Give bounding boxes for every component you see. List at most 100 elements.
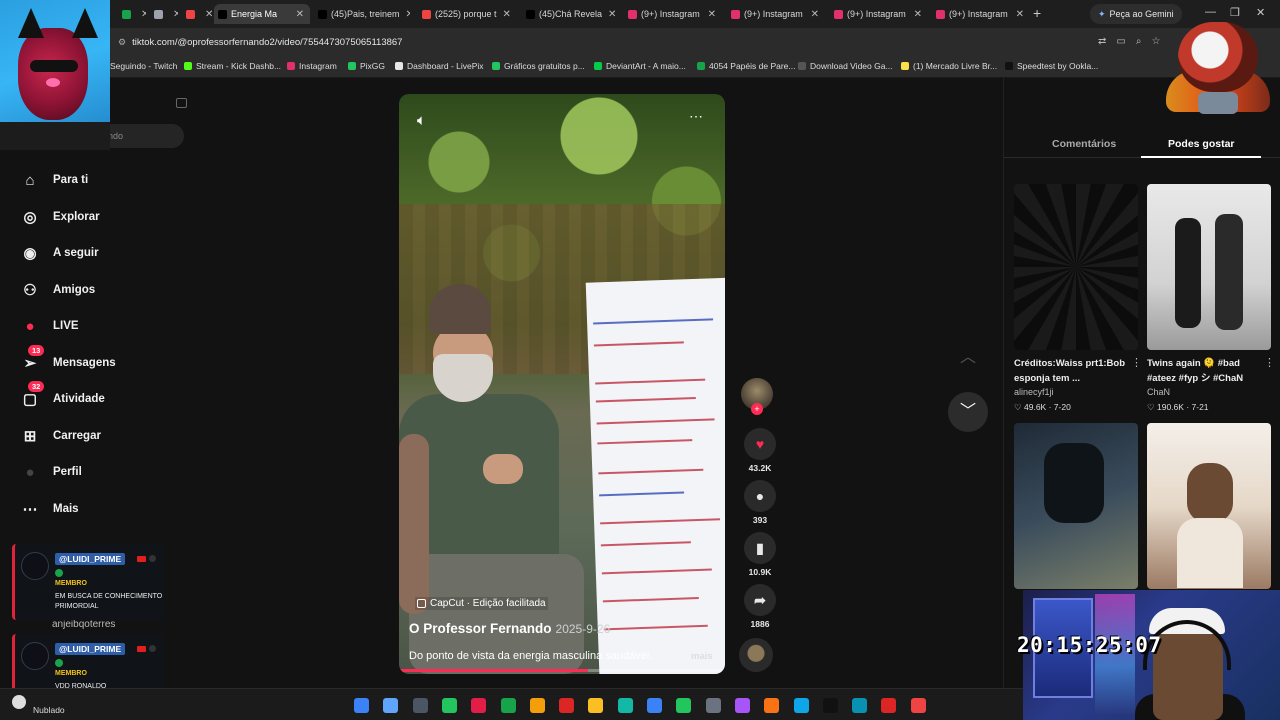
taskbar-adobe-icon[interactable] (559, 698, 575, 713)
close-tab-icon[interactable]: ✕ (167, 9, 178, 20)
sidebar-item-atividade[interactable]: ▢ 32 Atividade (18, 381, 188, 418)
browser-tab[interactable]: (9+) Instagram ✕ (830, 4, 928, 24)
close-tab-icon[interactable]: ✕ (497, 9, 514, 20)
taskbar-app-icon[interactable] (734, 698, 750, 713)
video-progress-bar[interactable] (399, 669, 725, 672)
bookmark-item[interactable]: Dashboard - LivePix (395, 61, 484, 71)
close-tab-icon[interactable]: ✕ (199, 9, 212, 20)
close-tab-icon[interactable]: ✕ (908, 9, 928, 20)
description-more-link[interactable]: mais (691, 651, 713, 662)
close-tab-icon[interactable]: ✕ (135, 9, 146, 20)
taskbar-xbox-icon[interactable] (441, 698, 457, 713)
taskbar-chrome-icon[interactable] (910, 698, 926, 713)
weather-label[interactable]: Nublado (33, 705, 65, 715)
save-button[interactable]: ▮ 10.9K (740, 532, 780, 577)
taskbar-app-icon[interactable] (852, 698, 868, 713)
translate-icon[interactable]: ⇄ (1098, 36, 1106, 47)
close-tab-icon[interactable]: ✕ (400, 9, 410, 20)
bookmark-item[interactable]: Instagram (287, 61, 337, 71)
bookmark-item[interactable]: Stream - Kick Dashb... (184, 61, 281, 71)
taskbar-start-icon[interactable] (354, 698, 369, 713)
taskbar-tiktok-icon[interactable] (822, 698, 838, 713)
comment-button[interactable]: ● 393 (740, 480, 780, 525)
close-tab-icon[interactable]: ✕ (1010, 9, 1030, 20)
sidebar-item-live[interactable]: ● LIVE (18, 308, 188, 345)
search-input[interactable]: ndo (100, 124, 184, 148)
sidebar-item-carregar[interactable]: ⊞ Carregar (18, 418, 188, 455)
card-username[interactable]: ChaN (1147, 387, 1271, 397)
volume-icon[interactable]: 🔈︎ (417, 112, 426, 129)
browser-tab[interactable]: (9+) Instagram ✕ (727, 4, 825, 24)
next-video-button[interactable]: ﹀ (948, 392, 988, 432)
bookmark-item[interactable]: 4054 Papéis de Pare... (697, 61, 795, 71)
browser-tab[interactable]: (9+) Instagram ✕ (624, 4, 722, 24)
close-tab-icon[interactable]: ✕ (290, 9, 310, 20)
zoom-icon[interactable]: ⌕ (1136, 36, 1142, 47)
taskbar-mail-icon[interactable] (793, 698, 809, 713)
taskbar-app-icon[interactable] (764, 698, 780, 713)
browser-tab[interactable]: ✕ (150, 4, 178, 24)
recommended-video-card[interactable] (1014, 423, 1138, 589)
like-button[interactable]: ♥ 43.2K (740, 428, 780, 473)
taskbar-edge-icon[interactable] (383, 698, 399, 713)
taskbar-pinterest-icon[interactable] (471, 698, 487, 713)
card-title[interactable]: Twins again 🫠 #bad #ateez #fyp シ #ChaN (1147, 356, 1271, 386)
capcut-tag[interactable]: CapCut · Edição facilitada (415, 597, 548, 610)
card-title[interactable]: Créditos:Waiss prt1:Bob esponja tem ... (1014, 356, 1138, 386)
browser-tab[interactable]: ✕ (182, 4, 212, 24)
previous-video-icon[interactable]: ︿ (955, 343, 981, 369)
music-disc[interactable] (739, 638, 773, 672)
creator-avatar[interactable]: + (741, 378, 773, 415)
card-more-icon[interactable]: ⋮ (1131, 356, 1142, 369)
sidebar-item-perfil[interactable]: ● Perfil (18, 454, 188, 491)
tab-may-like[interactable]: Podes gostar (1168, 138, 1235, 150)
recommended-video-card[interactable]: Créditos:Waiss prt1:Bob esponja tem ... a… (1014, 184, 1142, 413)
taskbar-folder-icon[interactable] (588, 698, 604, 713)
close-tab-icon[interactable]: ✕ (702, 9, 722, 20)
taskbar-app-icon[interactable] (500, 698, 516, 713)
sidebar-collapse-icon[interactable] (176, 98, 187, 108)
bookmark-item[interactable]: (1) Mercado Livre Br... (901, 61, 997, 71)
video-thumbnail[interactable] (1147, 423, 1271, 589)
bookmark-item[interactable]: Gráficos gratuitos p... (492, 61, 585, 71)
new-tab-button[interactable]: + (1033, 5, 1041, 21)
browser-tab[interactable]: (45)Pais, treinem ✕ (314, 4, 410, 24)
browser-tab[interactable]: (45)Chá Revela ✕ (522, 4, 618, 24)
close-tab-icon[interactable]: ✕ (602, 9, 618, 20)
browser-tab[interactable]: (2525) porque t ✕ (418, 4, 514, 24)
sidebar-item-mais[interactable]: ⋯ Mais (18, 491, 188, 528)
video-thumbnail[interactable] (1014, 184, 1138, 350)
share-button[interactable]: ➦ 1886 (740, 584, 780, 629)
video-more-icon[interactable]: ⋯ (689, 108, 704, 125)
site-info-icon[interactable]: ⚙ (118, 37, 126, 48)
tab-comments[interactable]: Comentários (1052, 138, 1116, 150)
follow-plus-icon[interactable]: + (751, 403, 763, 415)
sidebar-item-explorar[interactable]: ◎ Explorar (18, 199, 188, 236)
bookmark-item[interactable]: DeviantArt - A maio... (594, 61, 686, 71)
sidebar-item-amigos[interactable]: ⚇ Amigos (18, 272, 188, 309)
recommended-video-card[interactable]: Twins again 🫠 #bad #ateez #fyp シ #ChaN Ch… (1147, 184, 1275, 413)
video-author[interactable]: O Professor Fernando 2025-9-26 (409, 621, 610, 636)
bookmark-item[interactable]: Download Video Ga... (798, 61, 893, 71)
browser-tab[interactable]: Energia Ma ✕ (214, 4, 310, 24)
sidebar-item-a-seguir[interactable]: ◉ A seguir (18, 235, 188, 272)
taskbar-steam-icon[interactable] (412, 698, 428, 713)
video-player[interactable]: 🔈︎ ⋯ CapCut · Edição facilitada O Profes… (399, 94, 725, 674)
taskbar-netflix-icon[interactable] (881, 698, 897, 713)
sidebar-item-para-ti[interactable]: ⌂ Para ti (18, 162, 188, 199)
video-thumbnail[interactable] (1147, 184, 1271, 350)
taskbar-notes-icon[interactable] (647, 698, 662, 713)
url-field[interactable]: ⚙ tiktok.com/@oprofessorfernando2/video/… (112, 34, 1072, 51)
taskbar-terminal-icon[interactable] (617, 698, 633, 713)
weather-cloud-icon[interactable] (12, 695, 26, 709)
card-more-icon[interactable]: ⋮ (1264, 356, 1275, 369)
video-thumbnail[interactable] (1014, 423, 1138, 589)
cast-icon[interactable]: ▭ (1116, 36, 1125, 47)
bookmark-item[interactable]: PixGG (348, 61, 385, 71)
card-username[interactable]: alinecyf1ji (1014, 387, 1138, 397)
browser-tab[interactable]: ✕ (118, 4, 146, 24)
bookmark-item[interactable]: Speedtest by Ookla... (1005, 61, 1098, 71)
close-tab-icon[interactable]: ✕ (805, 9, 825, 20)
taskbar-app-icon[interactable] (705, 698, 721, 713)
browser-tab[interactable]: (9+) Instagram ✕ (932, 4, 1030, 24)
